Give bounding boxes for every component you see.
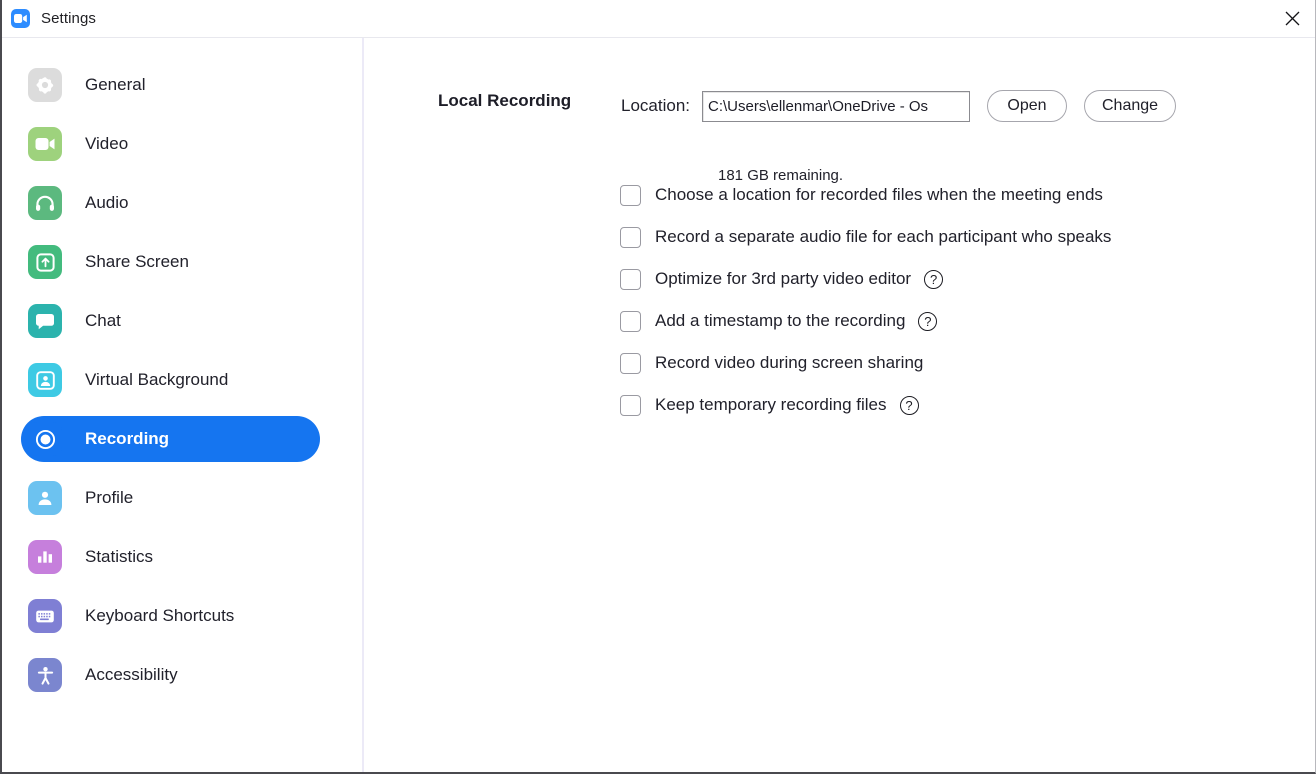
option-label: Record video during screen sharing — [655, 353, 924, 372]
record-circle-icon — [28, 422, 62, 456]
sidebar-item-statistics[interactable]: Statistics — [21, 534, 320, 580]
location-label: Location: — [621, 96, 690, 115]
sidebar-item-label: Statistics — [85, 547, 154, 566]
gear-icon — [28, 68, 62, 102]
sidebar-item-accessibility[interactable]: Accessibility — [21, 652, 320, 698]
change-button[interactable]: Change — [1084, 90, 1177, 122]
sidebar-item-label: Accessibility — [85, 665, 178, 684]
option-label: Optimize for 3rd party video editor — [655, 269, 912, 288]
person-frame-icon — [28, 363, 62, 397]
title-bar: Settings — [2, 0, 1315, 38]
checkbox[interactable] — [620, 268, 641, 290]
checkbox[interactable] — [620, 352, 641, 374]
sidebar-item-label: General — [85, 75, 146, 94]
sidebar-item-label: Video — [85, 134, 129, 153]
option-row-choose-location[interactable]: Choose a location for recorded files whe… — [620, 174, 1111, 216]
checkbox[interactable] — [620, 226, 641, 248]
share-screen-icon — [28, 245, 62, 279]
option-label: Choose a location for recorded files whe… — [655, 185, 1103, 204]
sidebar-item-label: Chat — [85, 311, 121, 330]
open-button[interactable]: Open — [987, 90, 1067, 122]
accessibility-icon — [28, 658, 62, 692]
video-camera-icon — [28, 127, 62, 161]
option-label: Record a separate audio file for each pa… — [655, 227, 1112, 246]
page-title: Local Recording — [438, 91, 572, 110]
option-row-record-video-screen-share[interactable]: Record video during screen sharing — [620, 342, 1111, 384]
option-label: Keep temporary recording files — [655, 395, 887, 414]
main-panel: Local Recording Location: Open Change 18… — [364, 38, 1315, 772]
option-row-add-timestamp[interactable]: Add a timestamp to the recording ? — [620, 300, 1111, 342]
option-label: Add a timestamp to the recording — [655, 311, 906, 330]
sidebar-item-label: Virtual Background — [85, 370, 229, 389]
sidebar-item-audio[interactable]: Audio — [21, 180, 320, 226]
checkbox[interactable] — [620, 310, 641, 332]
window-title: Settings — [41, 10, 96, 27]
recording-location-input[interactable] — [702, 90, 970, 122]
sidebar-item-label: Recording — [85, 429, 170, 448]
recording-options-list: Choose a location for recorded files whe… — [620, 174, 1111, 426]
option-row-separate-audio[interactable]: Record a separate audio file for each pa… — [620, 216, 1111, 258]
checkbox[interactable] — [620, 394, 641, 416]
sidebar-item-recording[interactable]: Recording — [21, 416, 320, 462]
sidebar-item-label: Share Screen — [85, 252, 189, 271]
close-icon[interactable] — [1269, 0, 1315, 37]
zoom-camera-icon — [11, 9, 30, 28]
help-icon[interactable]: ? — [924, 269, 944, 289]
sidebar-item-share-screen[interactable]: Share Screen — [21, 239, 320, 285]
bar-chart-icon — [28, 540, 62, 574]
sidebar-item-label: Audio — [85, 193, 129, 212]
sidebar-item-profile[interactable]: Profile — [21, 475, 320, 521]
sidebar-item-video[interactable]: Video — [21, 121, 320, 167]
help-icon[interactable]: ? — [918, 311, 938, 331]
sidebar-item-keyboard-shortcuts[interactable]: Keyboard Shortcuts — [21, 593, 320, 639]
person-icon — [28, 481, 62, 515]
sidebar-item-virtual-background[interactable]: Virtual Background — [21, 357, 320, 403]
sidebar-item-general[interactable]: General — [21, 62, 320, 108]
chat-bubble-icon — [28, 304, 62, 338]
settings-window: Settings General Video Audio Share Scree… — [0, 0, 1316, 774]
option-row-optimize-editor[interactable]: Optimize for 3rd party video editor ? — [620, 258, 1111, 300]
sidebar-item-label: Profile — [85, 488, 134, 507]
option-row-keep-temp-files[interactable]: Keep temporary recording files ? — [620, 384, 1111, 426]
checkbox[interactable] — [620, 184, 641, 206]
location-row: Location: Open Change — [621, 90, 1177, 122]
help-icon[interactable]: ? — [899, 395, 919, 415]
sidebar: General Video Audio Share Screen Chat Vi… — [2, 38, 364, 772]
sidebar-item-chat[interactable]: Chat — [21, 298, 320, 344]
sidebar-item-label: Keyboard Shortcuts — [85, 606, 235, 625]
window-body: General Video Audio Share Screen Chat Vi… — [2, 38, 1315, 772]
headphones-icon — [28, 186, 62, 220]
keyboard-icon — [28, 599, 62, 633]
